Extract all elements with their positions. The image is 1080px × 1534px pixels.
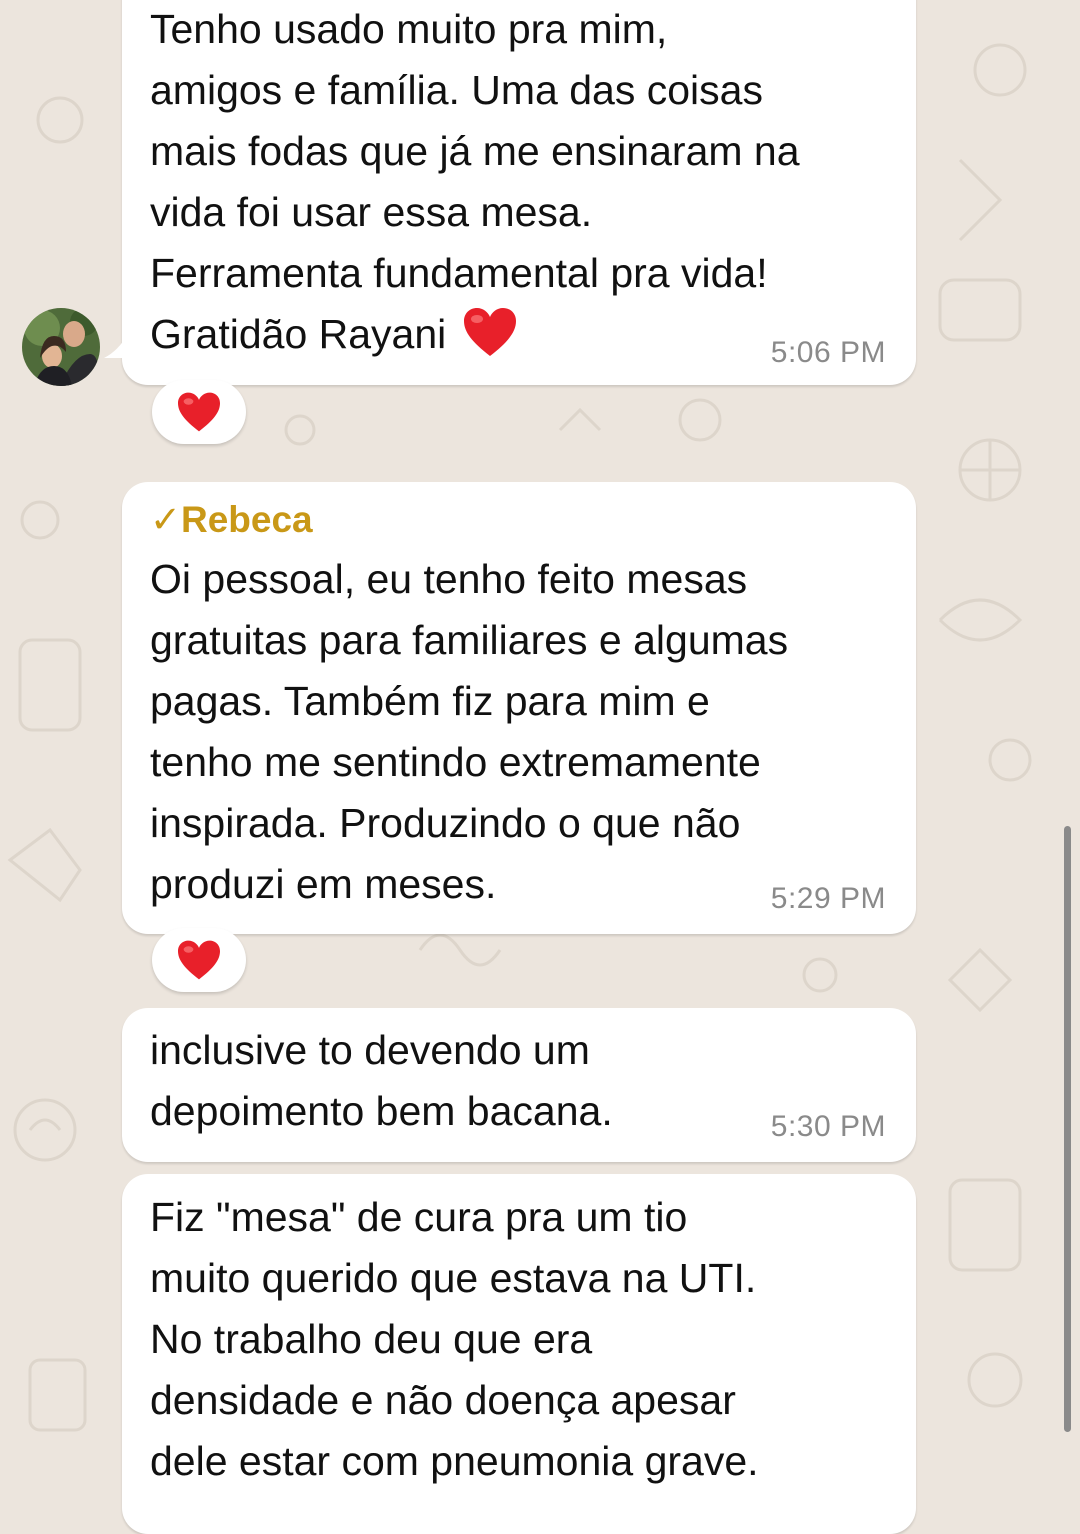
bubble-tail [104,330,130,358]
avatar[interactable] [22,308,100,386]
message-bubble[interactable]: inclusive to devendo um depoimento bem b… [122,1008,916,1162]
red-heart-icon [178,940,220,980]
reaction-badge[interactable] [152,928,246,992]
message-timestamp: 5:06 PM [770,336,886,369]
message-bubble[interactable]: Tenho usado muito pra mim, amigos e famí… [104,0,916,385]
message-bubble[interactable]: ✓Rebeca Oi pessoal, eu tenho feito mesas… [122,482,916,934]
reaction-badge[interactable] [152,380,246,444]
message-timestamp: 5:29 PM [770,882,886,915]
red-heart-icon [178,392,220,432]
red-heart-icon [464,308,517,356]
sender-name[interactable]: ✓Rebeca [150,498,313,541]
message-text: Tenho usado muito pra mim, amigos e famí… [150,6,800,357]
message-text: Oi pessoal, eu tenho feito mesas gratuit… [150,556,789,907]
message-text: inclusive to devendo um depoimento bem b… [150,1027,613,1134]
message-bubble[interactable]: Fiz "mesa" de cura pra um tio muito quer… [122,1174,916,1534]
message-text: Fiz "mesa" de cura pra um tio muito quer… [150,1194,759,1484]
message-timestamp: 5:30 PM [770,1110,886,1143]
scrollbar-thumb[interactable] [1064,826,1071,1432]
